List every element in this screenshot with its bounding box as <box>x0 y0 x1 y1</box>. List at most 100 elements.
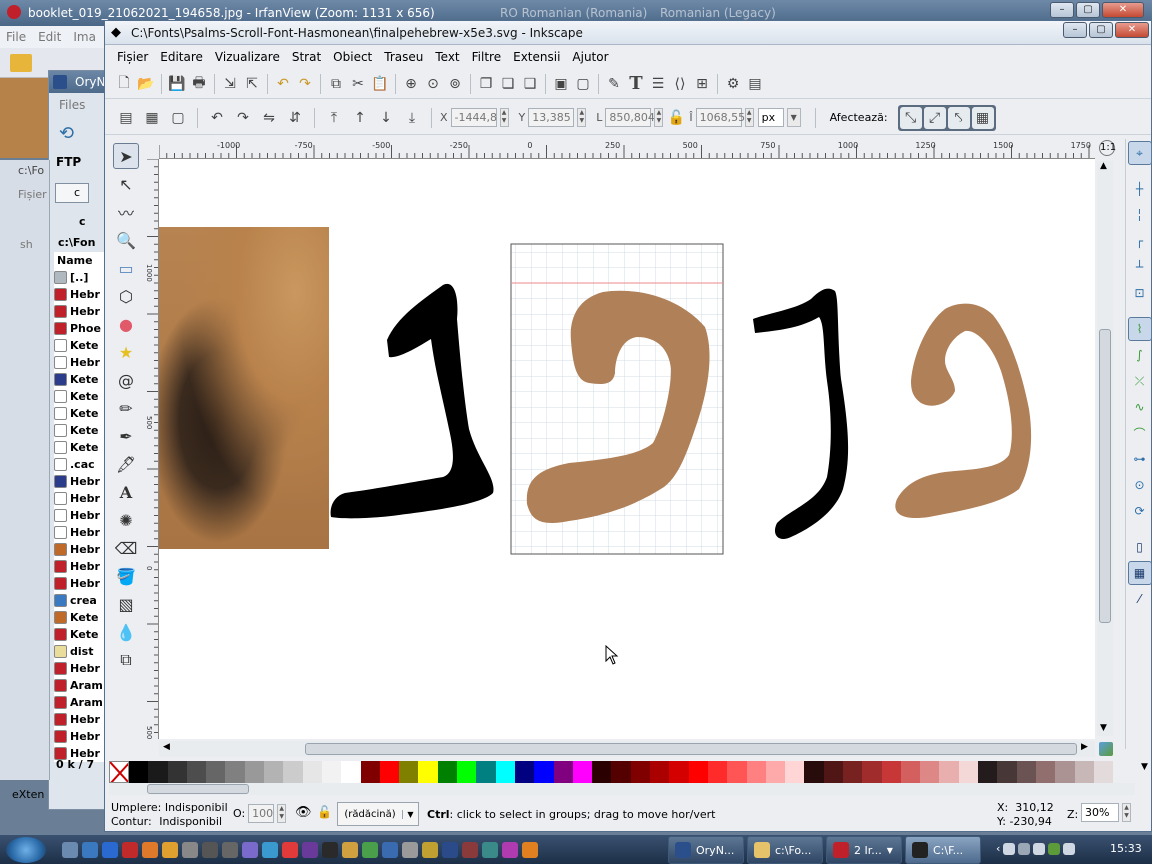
snap-nodes-icon[interactable]: ⌇ <box>1127 317 1152 341</box>
dropper-icon[interactable]: 💧 <box>113 619 139 645</box>
snap-midpoint-icon[interactable]: ⊶ <box>1128 447 1152 471</box>
palette-swatch[interactable] <box>611 761 631 783</box>
palette-swatch[interactable] <box>920 761 940 783</box>
menu-0[interactable]: Fișier <box>111 46 154 68</box>
file-row[interactable]: Hebr <box>54 541 104 558</box>
palette-swatch[interactable] <box>418 761 438 783</box>
file-row[interactable]: Hebr <box>54 507 104 524</box>
text-icon[interactable]: A <box>113 479 139 505</box>
move-patterns-icon[interactable]: ▦ <box>971 106 994 129</box>
flip-horizontal-icon[interactable]: ⇋ <box>258 107 280 129</box>
palette-swatch[interactable] <box>283 761 303 783</box>
palette-swatch[interactable] <box>264 761 284 783</box>
snap-smooth-icon[interactable]: ⌒ <box>1128 421 1152 445</box>
snap-rotation-icon[interactable]: ⟳ <box>1128 499 1152 523</box>
palette-swatch[interactable] <box>206 761 226 783</box>
quick-launch-icon[interactable] <box>382 842 398 858</box>
stroke-indicator[interactable]: Contur: Indisponibil <box>111 815 222 828</box>
palette-swatch[interactable] <box>321 761 342 783</box>
palette-swatch[interactable] <box>495 761 515 783</box>
spray-icon[interactable]: ✺ <box>113 507 139 533</box>
palette-swatch[interactable] <box>129 761 149 783</box>
snap-bbox-midpoint-icon[interactable]: ┴ <box>1128 255 1152 279</box>
file-row[interactable]: Kete <box>54 626 104 643</box>
palette-swatch[interactable] <box>746 761 766 783</box>
gradient-icon[interactable]: ▧ <box>113 591 139 617</box>
palette-swatch[interactable] <box>534 761 554 783</box>
vertical-scroll-thumb[interactable] <box>1099 329 1111 623</box>
snap-path-icon[interactable]: ∫ <box>1128 343 1152 367</box>
export-icon[interactable]: ⇱ <box>241 73 263 95</box>
palette-swatch[interactable] <box>592 761 612 783</box>
rectangle-icon[interactable]: ▭ <box>113 255 139 281</box>
quick-launch-icon[interactable] <box>62 842 78 858</box>
tray-chevron-icon[interactable]: ‹ <box>996 842 1000 855</box>
menu-6[interactable]: Text <box>429 46 465 68</box>
taskbar-button-irfanview[interactable]: 2 Ir... ▼ <box>826 836 902 864</box>
preferences-icon[interactable]: ⚙ <box>722 73 744 95</box>
ellipse-icon[interactable]: ● <box>113 311 139 337</box>
3dbox-icon[interactable]: ⬡ <box>113 283 139 309</box>
snap-intersection-icon[interactable]: ⤫ <box>1128 369 1152 393</box>
file-row[interactable]: Hebr <box>54 303 104 320</box>
palette-swatch[interactable] <box>360 761 380 783</box>
quick-launch-icon[interactable] <box>202 842 218 858</box>
palette-swatch[interactable] <box>823 761 843 783</box>
quick-launch-icon[interactable] <box>182 842 198 858</box>
palette-swatch[interactable] <box>341 761 361 783</box>
rotate-cw-icon[interactable]: ↷ <box>232 107 254 129</box>
palette-scroll-arrow[interactable]: ▼ <box>1141 762 1148 772</box>
select-all-layers-icon[interactable]: ▦ <box>141 107 163 129</box>
palette-swatch[interactable] <box>727 761 747 783</box>
vertical-scrollbar[interactable]: ▲ ▼ <box>1097 161 1113 736</box>
width-spinner[interactable]: ▲ ▼ <box>654 108 664 127</box>
start-button[interactable] <box>6 837 46 863</box>
quick-launch-icon[interactable] <box>482 842 498 858</box>
inkscape-titlebar[interactable]: ◆ C:\Fonts\Psalms-Scroll-Font-Hasmonean\… <box>105 21 1151 45</box>
scale-corners-icon[interactable]: ⤢ <box>923 106 946 129</box>
open-icon[interactable]: 📂 <box>135 73 157 95</box>
black-glyph-middle[interactable] <box>753 288 849 540</box>
palette-swatch[interactable] <box>399 761 419 783</box>
palette-scrollbar[interactable] <box>109 783 1135 795</box>
y-input[interactable]: 13,385 <box>528 108 575 127</box>
text-font-icon[interactable]: T <box>625 73 647 95</box>
snap-toggle-icon[interactable]: ⌖ <box>1127 141 1152 165</box>
maximize-button[interactable]: ▢ <box>1076 2 1100 18</box>
irfan-menu-image[interactable]: Ima <box>67 26 102 48</box>
eye-icon[interactable]: 👁 <box>295 805 312 820</box>
opacity-spinner[interactable]: ▲ ▼ <box>277 804 287 823</box>
palette-swatch[interactable] <box>225 761 245 783</box>
spiral-icon[interactable]: @ <box>113 367 139 393</box>
volume-icon[interactable] <box>1063 842 1076 855</box>
quick-launch-icon[interactable] <box>462 842 478 858</box>
zoom-corner-icon[interactable]: 1:1 <box>1099 140 1116 156</box>
snap-bbox-icon[interactable]: ┼ <box>1128 177 1152 201</box>
snap-center-icon[interactable]: ⊙ <box>1128 473 1152 497</box>
file-row[interactable]: Hebr <box>54 728 104 745</box>
unit-select[interactable]: px ▼ <box>757 108 801 127</box>
quick-launch-icon[interactable] <box>502 842 518 858</box>
palette-swatch[interactable] <box>1074 761 1094 783</box>
height-input[interactable]: 1068,55 <box>695 108 745 127</box>
scroll-left-arrow[interactable]: ◀ <box>163 742 170 752</box>
scroll-down-arrow[interactable]: ▼ <box>1100 723 1107 733</box>
palette-swatch[interactable] <box>1035 761 1056 783</box>
sh-label[interactable]: sh <box>20 238 33 251</box>
menu-1[interactable]: Editare <box>154 46 209 68</box>
selector-icon[interactable]: ➤ <box>113 143 139 169</box>
file-row[interactable]: Kete <box>54 388 104 405</box>
close-button[interactable]: ✕ <box>1102 2 1144 18</box>
minimize-button[interactable]: – <box>1050 2 1074 18</box>
select-all-icon[interactable]: ▤ <box>115 107 137 129</box>
close-button[interactable]: ✕ <box>1115 22 1149 38</box>
file-row[interactable]: Phoe <box>54 320 104 337</box>
maximize-button[interactable]: ▢ <box>1089 22 1113 38</box>
cut-icon[interactable]: ✂ <box>347 73 369 95</box>
snap-bbox-corner-icon[interactable]: ┌ <box>1128 229 1152 253</box>
irfan-menu-edit[interactable]: Edit <box>32 26 67 48</box>
palette-swatch[interactable] <box>514 761 535 783</box>
palette-swatch[interactable] <box>978 761 998 783</box>
lower-bottom-icon[interactable]: ⤓ <box>401 107 423 129</box>
rotate-ccw-icon[interactable]: ↶ <box>206 107 228 129</box>
